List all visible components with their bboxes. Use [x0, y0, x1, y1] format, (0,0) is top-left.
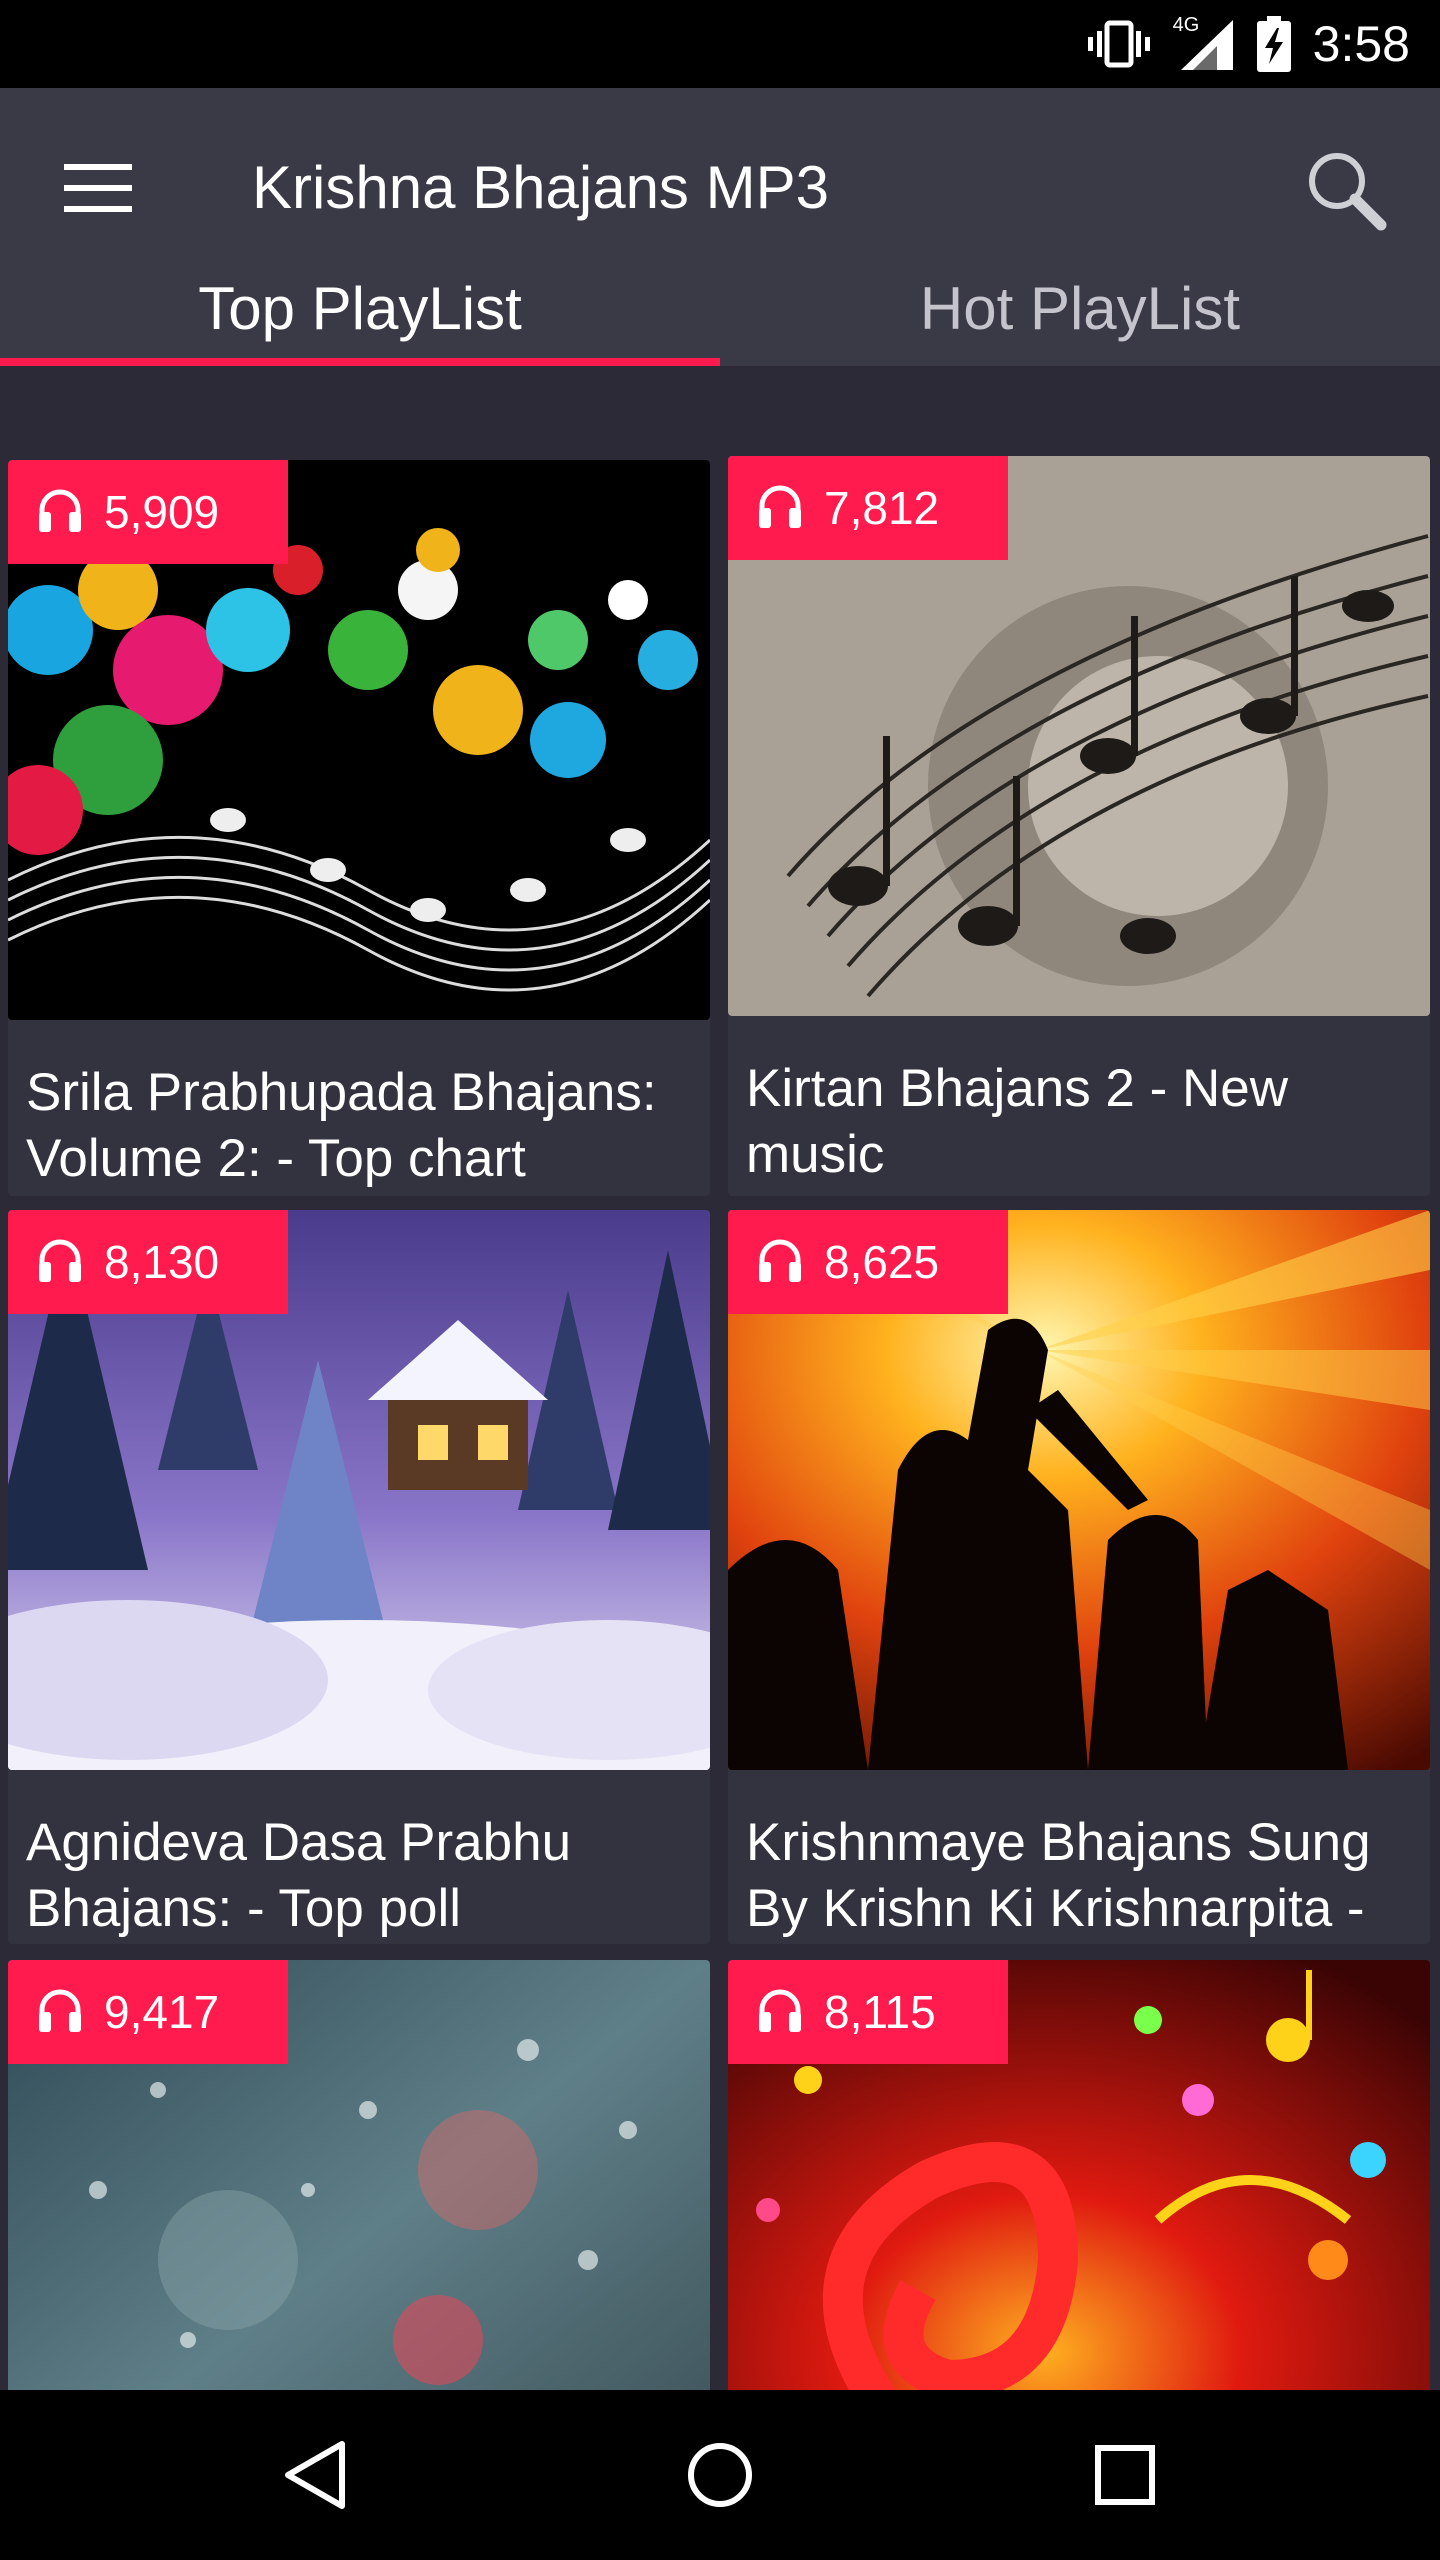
play-count: 7,812 — [824, 482, 940, 534]
playlist-title: Krishnmaye Bhajans Sung By Krishn Ki Kri… — [746, 1813, 1371, 1938]
active-tab-indicator — [0, 358, 720, 366]
headphones-icon — [756, 482, 804, 535]
tab-label: Top PlayList — [198, 275, 522, 342]
playlist-card[interactable]: 8,115 — [728, 1960, 1430, 2390]
status-icons: 4G 3:58 — [1087, 0, 1410, 88]
tab-hot-playlist[interactable]: Hot PlayList — [720, 274, 1440, 366]
recents-icon — [1094, 2444, 1156, 2511]
playlist-card[interactable]: 5,909 Srila Prabhupada Bhajans: Volume 2… — [8, 460, 710, 1196]
tab-top-playlist[interactable]: Top PlayList — [0, 274, 720, 366]
play-count-badge: 5,909 — [8, 460, 288, 564]
play-count: 8,130 — [104, 1236, 220, 1288]
status-time: 3:58 — [1312, 16, 1410, 72]
system-nav-bar — [0, 2390, 1440, 2560]
headphones-icon — [756, 1236, 804, 1289]
network-type: 4G — [1172, 14, 1200, 36]
playlist-thumbnail: 8,115 — [728, 1960, 1430, 2390]
headphones-icon — [756, 1986, 804, 2039]
playlist-thumbnail: 8,625 — [728, 1210, 1430, 1770]
play-count-badge: 9,417 — [8, 1960, 288, 2064]
headphones-icon — [36, 1986, 84, 2039]
playlist-thumbnail: 9,417 — [8, 1960, 710, 2390]
play-count-badge: 8,115 — [728, 1960, 1008, 2064]
playlist-title: Agnideva Dasa Prabhu Bhajans: - Top poll — [26, 1813, 572, 1938]
headphones-icon — [36, 486, 84, 539]
nav-back-button[interactable] — [270, 2432, 360, 2522]
play-count: 8,115 — [824, 1986, 936, 2038]
play-count-badge: 8,625 — [728, 1210, 1008, 1314]
app-title: Krishna Bhajans MP3 — [252, 154, 829, 221]
playlist-title: Kirtan Bhajans 2 - New music — [746, 1059, 1289, 1184]
play-count: 5,909 — [104, 486, 220, 538]
app-bar: Krishna Bhajans MP3 Top PlayList Hot Pla… — [0, 88, 1440, 366]
headphones-icon — [36, 1236, 84, 1289]
play-count-badge: 7,812 — [728, 456, 1008, 560]
playlist-card[interactable]: 7,812 Kirtan Bhajans 2 - New music — [728, 456, 1430, 1196]
menu-icon — [64, 162, 132, 219]
playlist-thumbnail: 8,130 — [8, 1210, 710, 1770]
play-count: 8,625 — [824, 1236, 940, 1288]
play-count-badge: 8,130 — [8, 1210, 288, 1314]
tab-bar: Top PlayList Hot PlayList — [0, 274, 1440, 366]
nav-recents-button[interactable] — [1080, 2432, 1170, 2522]
battery-charging-icon — [1256, 16, 1291, 72]
home-icon — [685, 2440, 755, 2515]
playlist-thumbnail: 5,909 — [8, 460, 710, 1020]
vibrate-icon — [1087, 19, 1151, 69]
tab-label: Hot PlayList — [919, 275, 1241, 342]
playlist-grid: 5,909 Srila Prabhupada Bhajans: Volume 2… — [0, 452, 1440, 2390]
playlist-card[interactable]: 9,417 — [8, 1960, 710, 2390]
playlist-thumbnail: 7,812 — [728, 456, 1430, 1016]
menu-button[interactable] — [58, 150, 138, 230]
status-bar: 4G 3:58 — [0, 0, 1440, 88]
nav-home-button[interactable] — [675, 2432, 765, 2522]
signal-icon: 4G — [1172, 14, 1235, 72]
playlist-card[interactable]: 8,625 Krishnmaye Bhajans Sung By Krishn … — [728, 1210, 1430, 1944]
play-count: 9,417 — [104, 1986, 220, 2038]
search-button[interactable] — [1300, 146, 1390, 236]
search-icon — [1303, 147, 1387, 236]
back-icon — [280, 2438, 350, 2517]
playlist-card[interactable]: 8,130 Agnideva Dasa Prabhu Bhajans: - To… — [8, 1210, 710, 1944]
playlist-title: Srila Prabhupada Bhajans: Volume 2: - To… — [26, 1063, 657, 1188]
